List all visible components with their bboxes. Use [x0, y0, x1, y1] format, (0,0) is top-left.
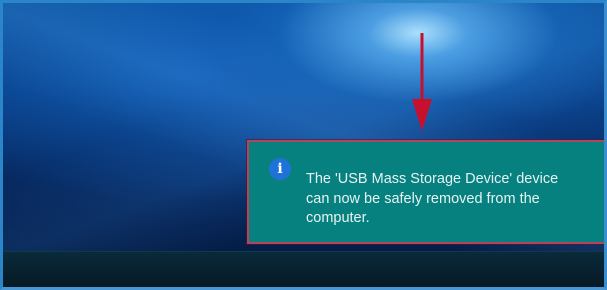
taskbar [3, 251, 604, 287]
notification-message: The 'USB Mass Storage Device' device can… [306, 171, 559, 226]
annotation-arrow-icon [412, 33, 432, 131]
safely-remove-notification[interactable]: i The 'USB Mass Storage Device' device c… [247, 140, 604, 244]
info-icon: i [269, 158, 291, 180]
screenshot-frame: i The 'USB Mass Storage Device' device c… [0, 0, 607, 290]
